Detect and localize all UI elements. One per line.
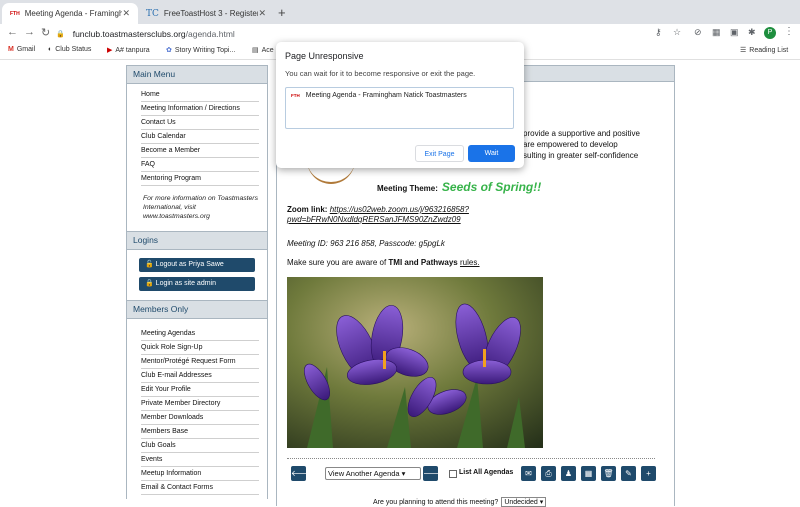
fth-favicon-icon: FTH bbox=[10, 10, 20, 17]
star-icon[interactable]: ☆ bbox=[673, 27, 681, 38]
nav-members-base[interactable]: Members Base bbox=[141, 425, 259, 439]
kebab-menu-icon[interactable]: ⋮ bbox=[784, 26, 794, 37]
nav-edit-profile[interactable]: Edit Your Profile bbox=[141, 383, 259, 397]
next-agenda-button[interactable]: 🡒 bbox=[423, 466, 444, 481]
main-menu-header: Main Menu bbox=[126, 65, 268, 84]
lock-icon: 🔒 bbox=[56, 30, 65, 38]
tab-freetoasthost[interactable]: TC FreeToastHost 3 - Register for ✕ bbox=[138, 3, 274, 24]
edit-icon[interactable]: ✎ bbox=[621, 466, 636, 481]
exit-page-button[interactable]: Exit Page bbox=[415, 145, 464, 162]
tab-title: Meeting Agenda - Framingham bbox=[24, 9, 123, 18]
key-icon[interactable]: ⚷ bbox=[655, 27, 662, 38]
url-text: funclub.toastmastersclubs.org/agenda.htm… bbox=[72, 28, 235, 39]
bookmark-story-writing[interactable]: ✿ Story Writing Topi... bbox=[166, 46, 235, 55]
rules-notice: Make sure you are aware of TMI and Pathw… bbox=[287, 258, 480, 267]
tab-title: FreeToastHost 3 - Register for bbox=[163, 9, 259, 18]
nav-contact-us[interactable]: Contact Us bbox=[141, 116, 259, 130]
back-icon[interactable]: ← bbox=[7, 26, 18, 38]
admin-login-button[interactable]: 🔒 Login as site admin bbox=[139, 277, 255, 291]
mission-statement: provide a supportive and positive are em… bbox=[523, 129, 640, 160]
main-menu: Home Meeting Information / Directions Co… bbox=[126, 84, 268, 231]
close-icon[interactable]: ✕ bbox=[258, 8, 266, 19]
divider bbox=[287, 458, 655, 459]
nav-club-calendar[interactable]: Club Calendar bbox=[141, 130, 259, 144]
bookmark-ace[interactable]: ▤ Ace bbox=[252, 46, 274, 55]
extension-grid-icon[interactable]: ▦ bbox=[712, 27, 721, 38]
unresponsive-page-list: FTH Meeting Agenda - Framingham Natick T… bbox=[285, 87, 514, 129]
unresponsive-page-item: FTH Meeting Agenda - Framingham Natick T… bbox=[291, 92, 467, 99]
dialog-title: Page Unresponsive bbox=[285, 51, 364, 61]
nav-meeting-agendas[interactable]: Meeting Agendas bbox=[141, 327, 259, 341]
email-icon[interactable]: ✉ bbox=[521, 466, 536, 481]
meeting-theme: Meeting Theme: Seeds of Spring!! bbox=[377, 180, 542, 194]
browser-toolbar: ← → ↻ 🔒 funclub.toastmastersclubs.org/ag… bbox=[0, 24, 800, 43]
attendance-select[interactable]: Undecided ▾ bbox=[501, 497, 547, 507]
table-icon[interactable]: ▦ bbox=[581, 466, 596, 481]
bookmark-tanpura[interactable]: ▶ A# tanpura bbox=[107, 46, 150, 55]
meeting-id: Meeting ID: 963 216 858, Passcode: g5pgL… bbox=[287, 239, 445, 248]
toastmasters-note: For more information on Toastmasters Int… bbox=[143, 195, 258, 220]
nav-member-downloads[interactable]: Member Downloads bbox=[141, 411, 259, 425]
nav-contact-forms[interactable]: Email & Contact Forms bbox=[141, 481, 259, 495]
nav-faq[interactable]: FAQ bbox=[141, 158, 259, 172]
profile-avatar[interactable]: P bbox=[764, 27, 776, 39]
nav-home[interactable]: Home bbox=[141, 88, 259, 102]
fth-favicon-icon: FTH bbox=[291, 93, 300, 98]
person-icon[interactable]: ♟ bbox=[561, 466, 576, 481]
lock-icon: 🔒 bbox=[145, 280, 156, 287]
new-tab-icon[interactable]: + bbox=[278, 5, 286, 20]
logins-section: 🔓 Logout as Priya Sawe 🔒 Login as site a… bbox=[126, 250, 268, 300]
trash-icon[interactable]: 🗑 bbox=[601, 466, 616, 481]
nav-meetup-info[interactable]: Meetup Information bbox=[141, 467, 259, 481]
extension-block-icon[interactable]: ⊘ bbox=[694, 27, 702, 38]
logins-header: Logins bbox=[126, 231, 268, 250]
print-icon[interactable]: ⎙ bbox=[541, 466, 556, 481]
previous-agenda-button[interactable]: 🡐 bbox=[291, 466, 312, 481]
tab-strip: FTH Meeting Agenda - Framingham ✕ TC Fre… bbox=[0, 0, 800, 24]
tc-favicon-icon: TC bbox=[146, 8, 159, 19]
nav-quick-role-signup[interactable]: Quick Role Sign-Up bbox=[141, 341, 259, 355]
logout-button[interactable]: 🔓 Logout as Priya Sawe bbox=[139, 258, 255, 272]
tab-meeting-agenda[interactable]: FTH Meeting Agenda - Framingham ✕ bbox=[2, 3, 138, 24]
bookmark-gmail[interactable]: M Gmail bbox=[8, 46, 35, 53]
address-bar[interactable]: 🔒 funclub.toastmastersclubs.org/agenda.h… bbox=[56, 26, 666, 41]
bookmark-site-icon: ✿ bbox=[166, 47, 172, 54]
nav-club-email[interactable]: Club E-mail Addresses bbox=[141, 369, 259, 383]
nav-mentoring-program[interactable]: Mentoring Program bbox=[141, 172, 259, 186]
forward-icon[interactable]: → bbox=[24, 26, 35, 38]
bookmark-site-icon: ▤ bbox=[252, 47, 259, 54]
youtube-icon: ▶ bbox=[107, 47, 113, 54]
rules-link[interactable]: rules. bbox=[460, 258, 480, 267]
members-only-menu: Meeting Agendas Quick Role Sign-Up Mento… bbox=[126, 319, 268, 499]
close-icon[interactable]: ✕ bbox=[122, 8, 130, 19]
puzzle-icon[interactable]: ✱ bbox=[748, 27, 756, 38]
nav-events[interactable]: Events bbox=[141, 453, 259, 467]
dialog-message: You can wait for it to become responsive… bbox=[285, 69, 476, 78]
reading-list-button[interactable]: ☰ Reading List bbox=[740, 46, 788, 55]
list-all-agendas-checkbox[interactable] bbox=[449, 470, 457, 478]
page-unresponsive-dialog: Page Unresponsive You can wait for it to… bbox=[276, 42, 524, 168]
attendance-prompt: Are you planning to attend this meeting?… bbox=[373, 497, 547, 507]
globe-icon: ◐ bbox=[48, 46, 53, 53]
nav-mentor-request[interactable]: Mentor/Protégé Request Form bbox=[141, 355, 259, 369]
lock-icon: 🔓 bbox=[145, 261, 156, 268]
nav-meeting-information[interactable]: Meeting Information / Directions bbox=[141, 102, 259, 116]
crocus-photo bbox=[287, 277, 543, 448]
bookmark-club-status[interactable]: ◐ Club Status bbox=[48, 46, 91, 53]
nav-member-directory[interactable]: Private Member Directory bbox=[141, 397, 259, 411]
sidebar: Main Menu Home Meeting Information / Dir… bbox=[126, 65, 268, 505]
zoom-link: Zoom link: https://us02web.zoom.us/j/963… bbox=[287, 205, 469, 224]
list-all-agendas-label: List All Agendas bbox=[459, 469, 514, 476]
gmail-icon: M bbox=[8, 46, 14, 53]
reload-icon[interactable]: ↻ bbox=[41, 26, 50, 39]
reading-list-icon: ☰ bbox=[740, 47, 747, 54]
add-icon[interactable]: + bbox=[641, 466, 656, 481]
wait-button[interactable]: Wait bbox=[468, 145, 515, 162]
nav-become-member[interactable]: Become a Member bbox=[141, 144, 259, 158]
nav-club-goals[interactable]: Club Goals bbox=[141, 439, 259, 453]
members-only-header: Members Only bbox=[126, 300, 268, 319]
agenda-toolbar: 🡐 View Another Agenda ▾ 🡒 List All Agend… bbox=[291, 465, 656, 483]
view-another-agenda-select[interactable]: View Another Agenda ▾ bbox=[325, 467, 421, 480]
extension-calendar-icon[interactable]: ▣ bbox=[730, 27, 739, 38]
